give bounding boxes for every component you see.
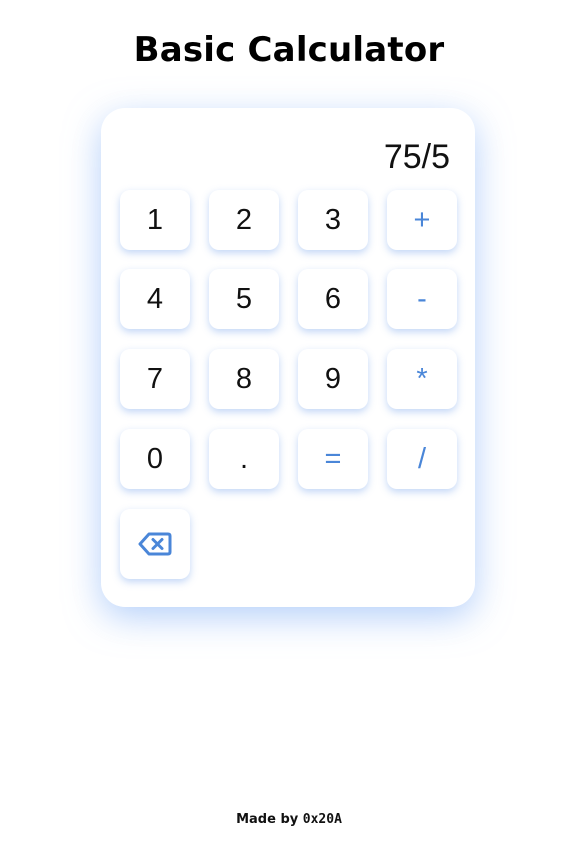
footer-credit: Made by 0x20A [0,812,570,827]
multiply-button[interactable]: * [387,349,457,409]
digit-9-button[interactable]: 9 [298,349,368,409]
digit-8-button[interactable]: 8 [209,349,279,409]
backspace-icon [138,531,172,557]
footer-prefix: Made by [236,812,299,827]
digit-5-button[interactable]: 5 [209,269,279,329]
digit-3-button[interactable]: 3 [298,190,368,250]
digit-4-button[interactable]: 4 [120,269,190,329]
digit-0-button[interactable]: 0 [120,429,190,489]
calculator-panel: 75/5 1 2 3 + 4 5 6 - 7 8 9 * 0 . = / [101,108,475,607]
minus-button[interactable]: - [387,269,457,329]
divide-button[interactable]: / [387,429,457,489]
digit-2-button[interactable]: 2 [209,190,279,250]
page-title: Basic Calculator [133,30,445,70]
equals-button[interactable]: = [298,429,368,489]
backspace-button[interactable] [120,509,190,579]
decimal-button[interactable]: . [209,429,279,489]
author-handle: 0x20A [302,812,342,827]
plus-button[interactable]: + [387,190,457,250]
digit-1-button[interactable]: 1 [120,190,190,250]
digit-7-button[interactable]: 7 [120,349,190,409]
calculator-display: 75/5 [383,138,450,176]
digit-6-button[interactable]: 6 [298,269,368,329]
